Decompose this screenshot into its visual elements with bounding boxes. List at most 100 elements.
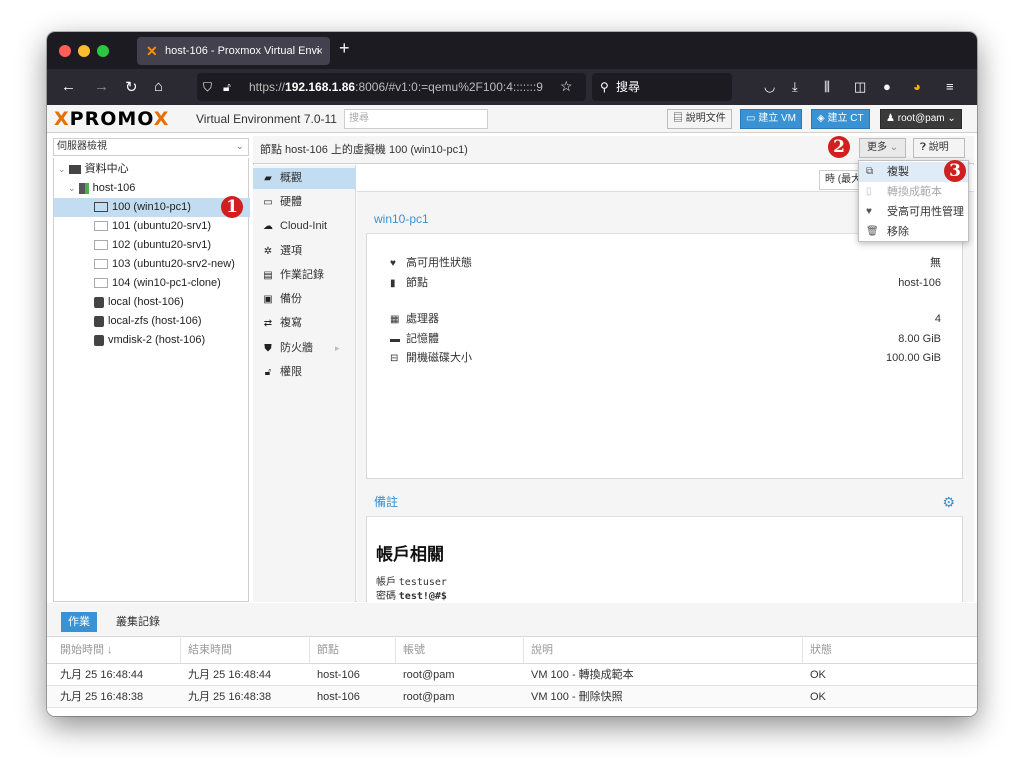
nav-item-options[interactable]: ✲ 選項 <box>253 241 356 262</box>
tree-node-storage-vmdisk-2[interactable]: vmdisk-2 (host-106) <box>54 331 250 350</box>
floppy-icon: ▣ <box>263 294 273 305</box>
url-bar[interactable]: ⛉ 🔓︎ https://192.168.1.86:8006/#v1:0:=qe… <box>197 73 586 101</box>
home-icon[interactable]: ⌂ <box>154 78 163 95</box>
summary-value-cpu: 4 <box>934 313 941 325</box>
browser-toolbar: ← → ↻ ⌂ ⛉ 🔓︎ https://192.168.1.86:8006/#… <box>47 69 977 105</box>
col-end-time[interactable]: 結束時間 <box>181 638 310 663</box>
chevron-down-icon: ⌄ <box>944 113 956 124</box>
collapse-icon: ⌄ <box>58 164 66 174</box>
create-ct-button[interactable]: ◈ 建立 CT <box>811 109 870 129</box>
col-start-time[interactable]: 開始時間 ↓ <box>53 638 181 663</box>
tree-node-vm-103[interactable]: 103 (ubuntu20-srv2-new) <box>54 255 250 274</box>
minimize-window-button[interactable] <box>78 45 90 57</box>
sidebar-icon[interactable]: ◫ <box>854 79 866 95</box>
col-node[interactable]: 節點 <box>310 638 396 663</box>
summary-value-ha: 無 <box>930 257 941 269</box>
server-icon <box>68 164 81 174</box>
menu-item-remove[interactable]: 🗑︎ 移除 <box>859 222 968 242</box>
cell-start: 九月 25 16:48:38 <box>60 691 144 703</box>
nav-item-permissions[interactable]: 🔓︎ 權限 <box>253 362 356 383</box>
monitor-icon <box>94 259 108 270</box>
bookmark-star-icon[interactable]: ☆ <box>560 78 573 95</box>
menu-icon[interactable]: ≡ <box>946 79 954 94</box>
trash-icon: 🗑︎ <box>866 226 879 237</box>
table-row[interactable]: 九月 25 16:48:44 九月 25 16:48:44 host-106 r… <box>47 664 977 686</box>
tab-cluster-log[interactable]: 叢集記錄 <box>109 612 167 632</box>
badge-1: 1 <box>221 196 243 218</box>
nav-item-cloud-init[interactable]: ☁ Cloud-Init <box>253 216 356 237</box>
cell-node: host-106 <box>317 691 360 703</box>
notes-heading: 帳戶相關 <box>376 545 444 564</box>
chevron-right-icon: ▸ <box>335 343 340 353</box>
tab-close-icon[interactable]: × <box>316 37 323 65</box>
tab-title: host-106 - Proxmox Virtual Envi <box>165 45 320 57</box>
reload-icon[interactable]: ↻ <box>125 78 138 96</box>
col-description[interactable]: 說明 <box>524 638 803 663</box>
account-icon[interactable]: ● <box>883 79 891 94</box>
shield-icon: ⛊ <box>264 343 272 354</box>
tab-tasks[interactable]: 作業 <box>61 612 97 632</box>
menu-item-convert-template[interactable]: ▯ 轉換成範本 <box>859 182 968 202</box>
list-icon: ▤ <box>263 270 273 281</box>
url-prefix: https:// <box>249 80 286 94</box>
col-status[interactable]: 狀態 <box>803 638 970 663</box>
cell-node: host-106 <box>317 669 360 681</box>
tree-node-host[interactable]: ⌄ host-106 <box>54 179 250 198</box>
retweet-icon: ⇄ <box>263 318 273 329</box>
cell-user: root@pam <box>403 691 455 703</box>
nav-item-hardware[interactable]: ▭ 硬體 <box>253 192 356 213</box>
resource-tree: ⌄ 資料中心 ⌄ host-106 100 (win10-pc1) 101 (u… <box>53 158 250 602</box>
cell-end: 九月 25 16:48:44 <box>188 669 272 681</box>
monitor-icon <box>94 202 108 213</box>
user-menu-button[interactable]: ♟ root@pam ⌄ <box>880 109 962 129</box>
summary-label-ha: ♥ 高可用性狀態 <box>390 255 472 271</box>
zoom-window-button[interactable] <box>97 45 109 57</box>
heartbeat-icon: ♥ <box>866 206 872 217</box>
cube-icon: ◈ <box>817 113 828 124</box>
new-tab-button[interactable]: + <box>339 38 350 59</box>
monitor-icon <box>94 278 108 289</box>
collapse-icon: ⌄ <box>68 183 76 193</box>
tree-node-storage-local-zfs[interactable]: local-zfs (host-106) <box>54 312 250 331</box>
gear-icon[interactable]: ⚙ <box>942 487 955 517</box>
nav-item-replication[interactable]: ⇄ 複寫 <box>253 313 356 334</box>
help-button[interactable]: ❓︎ 說明 <box>913 138 965 158</box>
browser-tab[interactable]: ✕ host-106 - Proxmox Virtual Envi × <box>137 37 330 65</box>
col-user[interactable]: 帳號 <box>396 638 524 663</box>
badge-2: 2 <box>828 136 850 158</box>
building-icon: ▮ <box>390 278 396 289</box>
tree-node-storage-local[interactable]: local (host-106) <box>54 293 250 312</box>
global-search-input[interactable]: 搜尋 <box>344 109 488 129</box>
create-vm-button[interactable]: ▭ 建立 VM <box>740 109 803 129</box>
documentation-button[interactable]: ▤ 說明文件 <box>667 109 732 129</box>
memory-icon: ▬ <box>390 334 400 345</box>
hdd-icon: ⊟ <box>390 353 399 364</box>
view-selector[interactable]: 伺服器檢視 ⌄ <box>53 138 249 156</box>
summary-label-node: ▮ 節點 <box>390 275 428 291</box>
download-icon[interactable]: ⤓ <box>792 79 798 95</box>
clone-icon: ⧉ <box>866 166 874 177</box>
cell-user: root@pam <box>403 669 455 681</box>
library-icon[interactable]: ⫼ <box>824 79 830 95</box>
summary-value-bootdisk: 100.00 GiB <box>885 352 941 364</box>
forward-icon[interactable]: → <box>94 78 109 95</box>
pocket-icon[interactable]: ◡ <box>764 79 775 95</box>
more-button[interactable]: 更多 ⌄ <box>859 138 906 158</box>
close-window-button[interactable] <box>59 45 71 57</box>
nav-item-task-history[interactable]: ▤ 作業記錄 <box>253 265 356 286</box>
book-icon: ▰ <box>264 173 272 184</box>
extension-icon[interactable]: ◕ <box>913 79 921 94</box>
nav-item-backup[interactable]: ▣ 備份 <box>253 289 356 310</box>
tree-node-vm-104[interactable]: 104 (win10-pc1-clone) <box>54 274 250 293</box>
chevron-down-icon: ⌄ <box>887 142 899 153</box>
back-icon[interactable]: ← <box>61 78 76 95</box>
menu-item-ha-manage[interactable]: ♥ 受高可用性管理 <box>859 202 968 222</box>
notes-password-line: 密碼 test!@#$ <box>376 591 447 602</box>
browser-search-box[interactable]: ⚲ 搜尋 <box>592 73 732 101</box>
tree-node-vm-101[interactable]: 101 (ubuntu20-srv1) <box>54 217 250 236</box>
tree-node-vm-102[interactable]: 102 (ubuntu20-srv1) <box>54 236 250 255</box>
nav-item-firewall[interactable]: ⛊ 防火牆 ▸ <box>253 338 356 359</box>
table-row[interactable]: 九月 25 16:48:38 九月 25 16:48:38 host-106 r… <box>47 686 977 708</box>
nav-item-summary[interactable]: ▰ 概觀 <box>253 168 356 189</box>
tree-node-datacenter[interactable]: ⌄ 資料中心 <box>54 160 250 179</box>
